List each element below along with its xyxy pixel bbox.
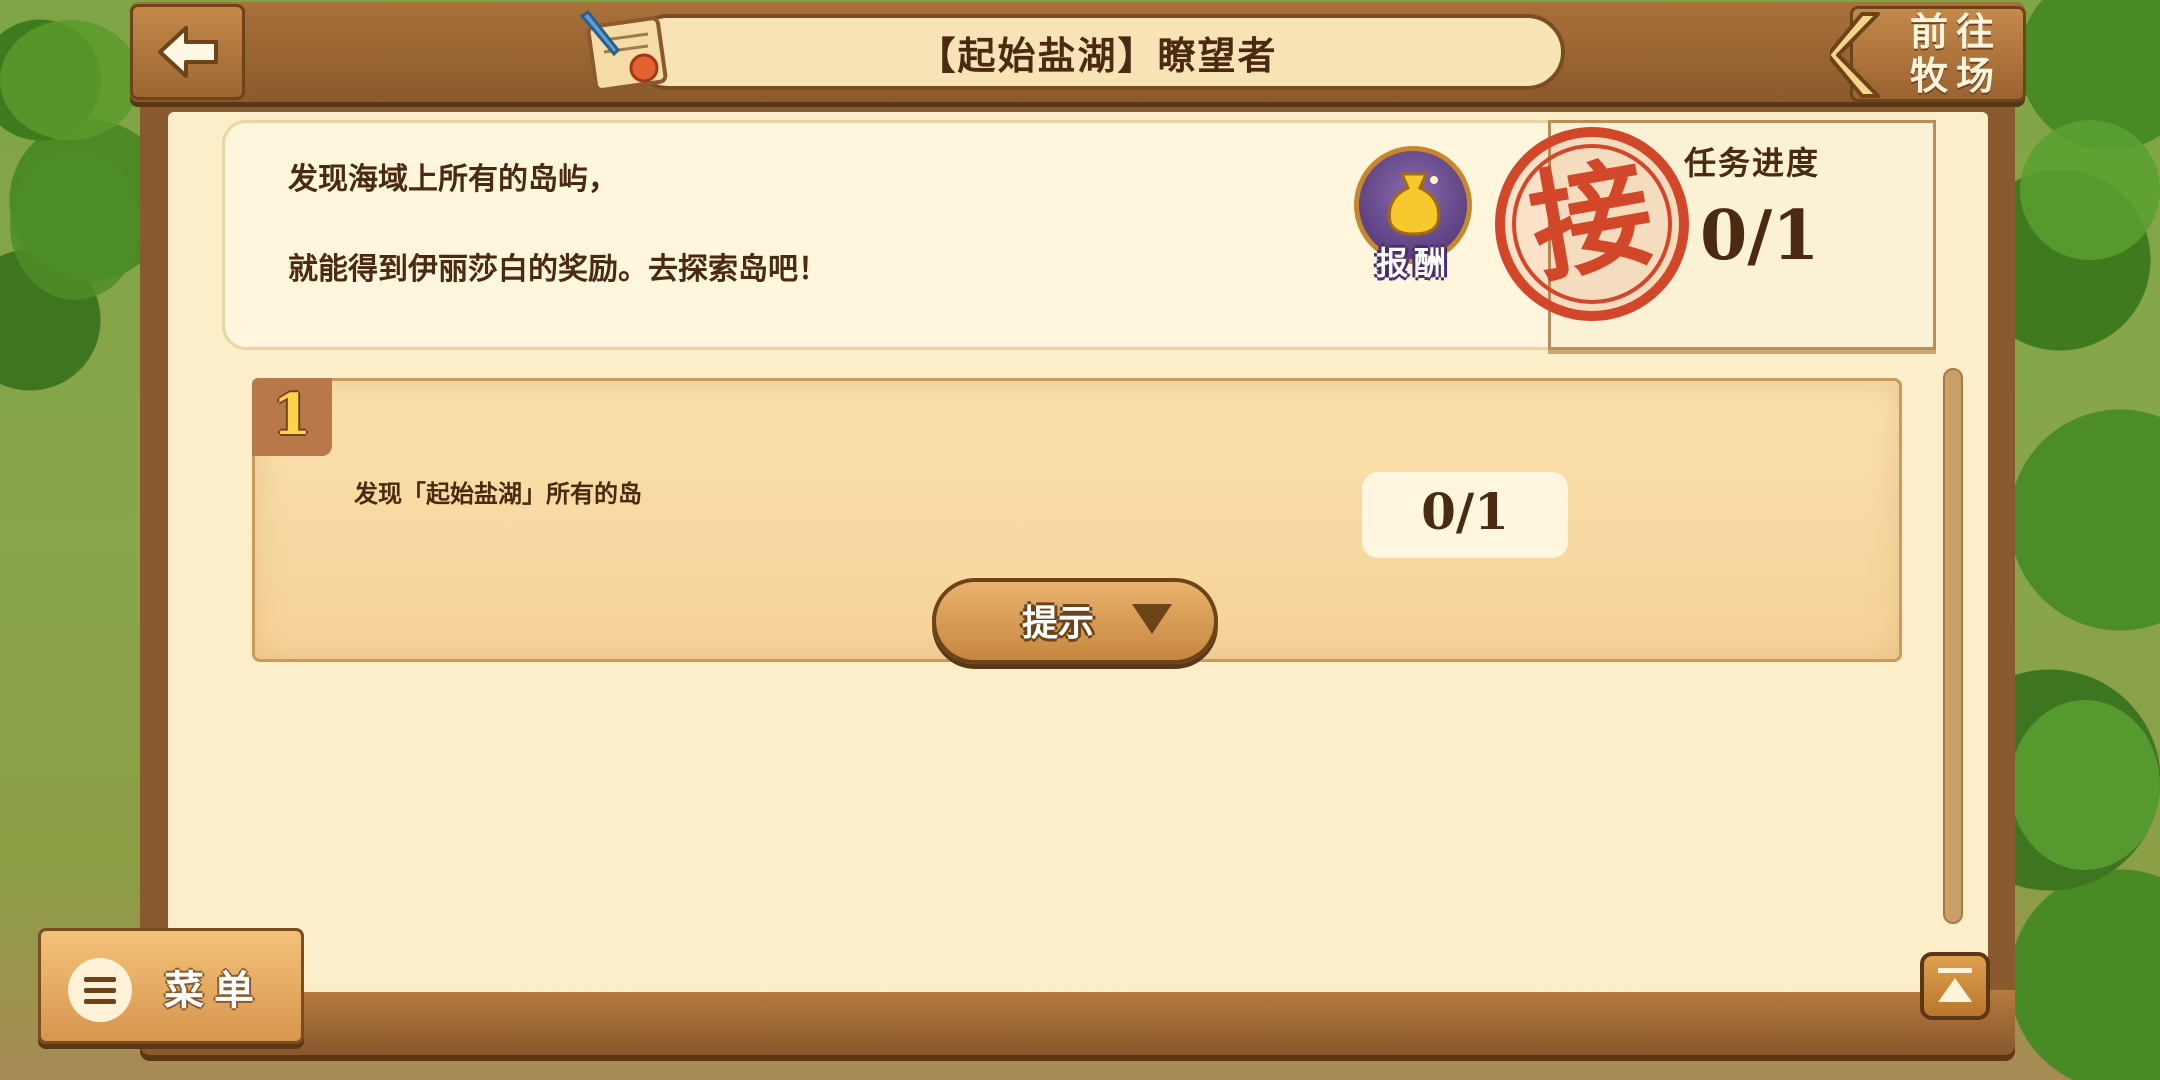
accepted-stamp: 接	[1495, 127, 1689, 321]
menu-label: 菜单	[164, 968, 264, 1014]
accepted-stamp-text: 接	[1520, 141, 1663, 301]
scrollbar[interactable]	[1943, 368, 1963, 924]
chevron-left-icon	[1830, 12, 1880, 98]
quest-title: 【起始盐湖】瞭望者	[917, 32, 1278, 78]
quest-description-line2: 就能得到伊丽莎白的奖励。去探索岛吧！	[288, 252, 828, 287]
scroll-to-top-icon	[1938, 968, 1972, 1002]
reward-button[interactable]: 报酬	[1350, 142, 1478, 292]
goto-ranch-button[interactable]: 前往 牧场	[1826, 2, 2026, 104]
quest-board-bottom	[140, 990, 2015, 1052]
reward-label: 报酬	[1375, 244, 1452, 282]
quest-scroll-icon	[579, 9, 668, 92]
back-button[interactable]	[130, 4, 245, 100]
goto-ranch-label: 前往 牧场	[1896, 10, 2016, 98]
task-number: 1	[272, 382, 312, 448]
goto-ranch-label-line2: 牧场	[1909, 54, 2002, 98]
triangle-down-icon	[1132, 604, 1172, 634]
quest-title-banner: 【起始盐湖】瞭望者	[630, 14, 1565, 90]
goto-ranch-label-line1: 前往	[1909, 10, 2002, 54]
quest-description-line1: 发现海域上所有的岛屿，	[288, 162, 618, 197]
quest-progress-value: 0/1	[1700, 196, 1820, 276]
quest-progress-label: 任务进度	[1684, 144, 1821, 182]
task-description: 发现「起始盐湖」所有的岛	[354, 479, 642, 508]
back-arrow-icon	[157, 26, 218, 78]
hamburger-icon	[84, 977, 116, 1004]
money-bag-icon	[1387, 172, 1441, 236]
hint-label: 提示	[1022, 603, 1095, 644]
task-count: 0/1	[1421, 482, 1509, 541]
